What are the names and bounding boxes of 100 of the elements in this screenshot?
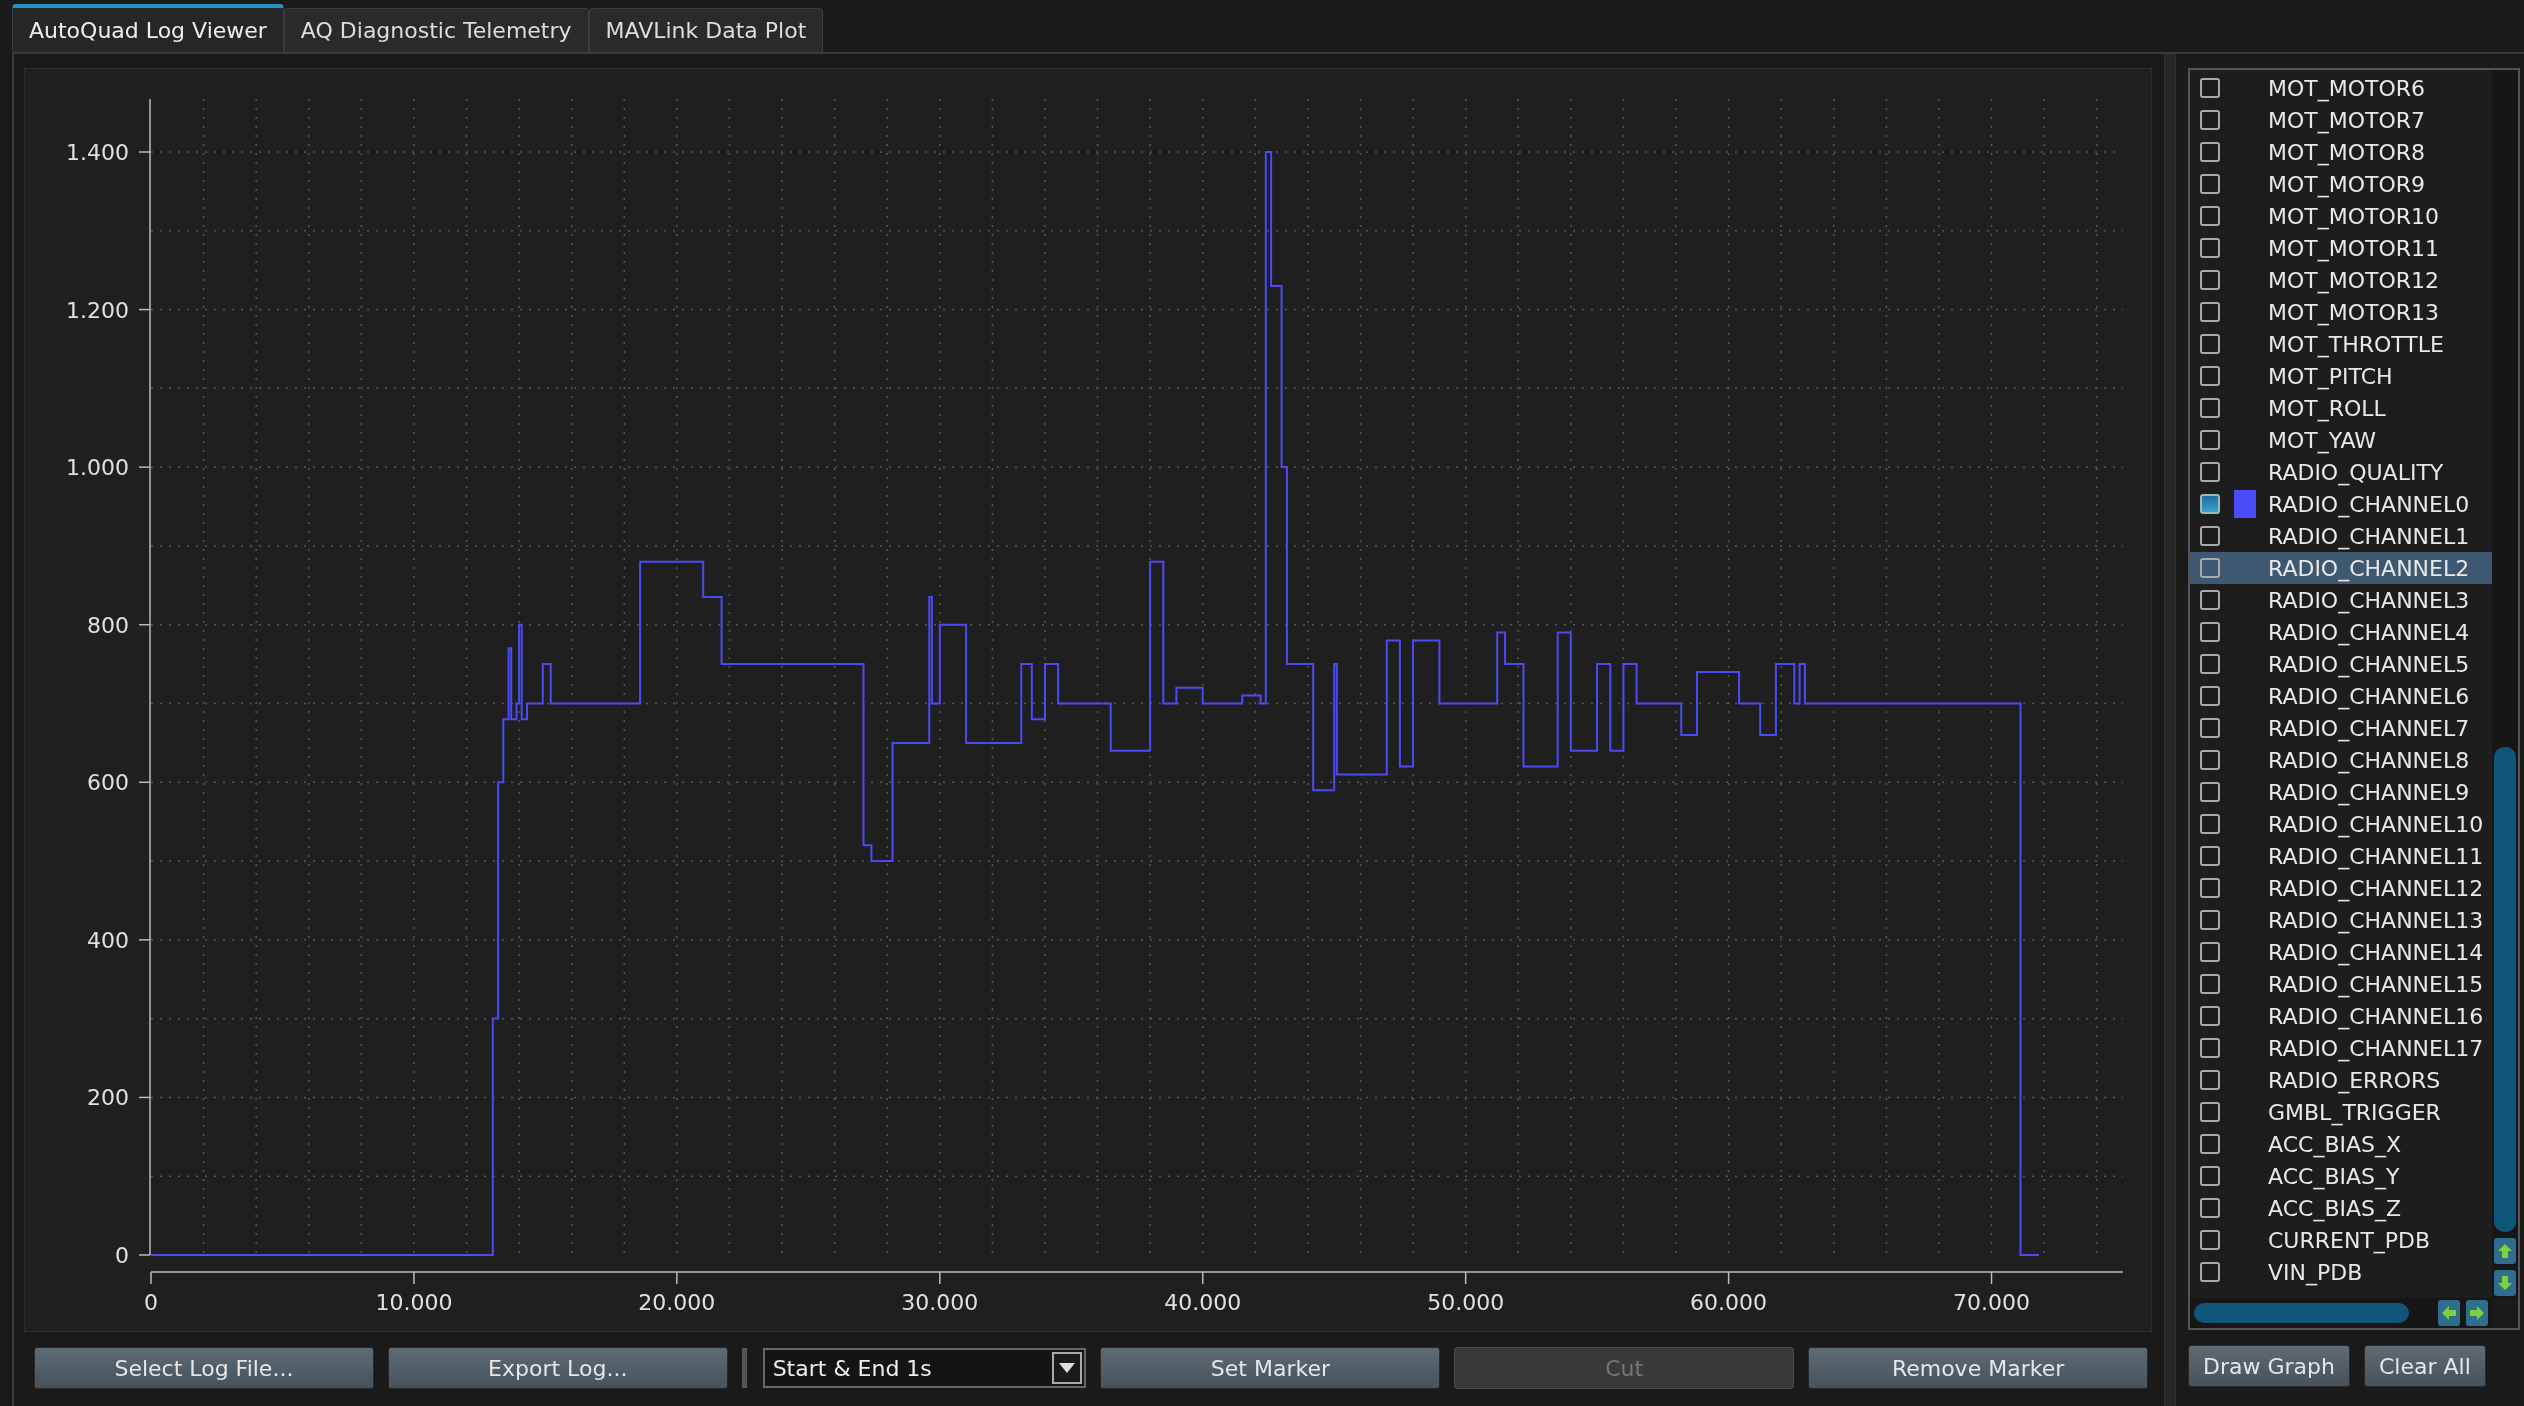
checkbox[interactable] bbox=[2200, 718, 2220, 738]
list-item[interactable]: VIN_PDB bbox=[2190, 1256, 2492, 1288]
list-item[interactable]: RADIO_CHANNEL2 bbox=[2190, 552, 2492, 584]
list-item[interactable]: RADIO_CHANNEL14 bbox=[2190, 936, 2492, 968]
list-item[interactable]: RADIO_CHANNEL1 bbox=[2190, 520, 2492, 552]
checkbox[interactable] bbox=[2200, 398, 2220, 418]
list-item[interactable]: ACC_BIAS_Z bbox=[2190, 1192, 2492, 1224]
list-item[interactable]: RADIO_CHANNEL6 bbox=[2190, 680, 2492, 712]
tab[interactable]: AQ Diagnostic Telemetry bbox=[283, 8, 589, 52]
tab[interactable]: MAVLink Data Plot bbox=[588, 8, 824, 52]
checkbox[interactable] bbox=[2200, 494, 2220, 514]
channel-label: MOT_MOTOR12 bbox=[2268, 267, 2440, 293]
checkbox[interactable] bbox=[2200, 558, 2220, 578]
list-item[interactable]: GMBL_TRIGGER bbox=[2190, 1096, 2492, 1128]
channel-label: MOT_MOTOR11 bbox=[2268, 235, 2440, 261]
checkbox[interactable] bbox=[2200, 590, 2220, 610]
list-item[interactable]: MOT_MOTOR6 bbox=[2190, 72, 2492, 104]
checkbox[interactable] bbox=[2200, 622, 2220, 642]
checkbox[interactable] bbox=[2200, 686, 2220, 706]
list-item[interactable]: MOT_MOTOR11 bbox=[2190, 232, 2492, 264]
list-item[interactable]: CURRENT_PDB bbox=[2190, 1224, 2492, 1256]
list-item[interactable]: MOT_MOTOR9 bbox=[2190, 168, 2492, 200]
list-item[interactable]: RADIO_CHANNEL9 bbox=[2190, 776, 2492, 808]
checkbox[interactable] bbox=[2200, 750, 2220, 770]
side-button[interactable]: Clear All bbox=[2363, 1345, 2486, 1387]
list-item[interactable]: MOT_MOTOR8 bbox=[2190, 136, 2492, 168]
checkbox[interactable] bbox=[2200, 910, 2220, 930]
channel-label: MOT_MOTOR8 bbox=[2268, 139, 2426, 165]
checkbox[interactable] bbox=[2200, 430, 2220, 450]
dropdown[interactable]: Start & End 1s bbox=[762, 1348, 1087, 1388]
checkbox[interactable] bbox=[2200, 974, 2220, 994]
list-item[interactable]: RADIO_QUALITY bbox=[2190, 456, 2492, 488]
checkbox[interactable] bbox=[2200, 1262, 2220, 1282]
checkbox[interactable] bbox=[2200, 110, 2220, 130]
list-item[interactable]: RADIO_CHANNEL11 bbox=[2190, 840, 2492, 872]
list-item[interactable]: RADIO_CHANNEL8 bbox=[2190, 744, 2492, 776]
arrow-left-icon[interactable] bbox=[2438, 1300, 2460, 1326]
checkbox[interactable] bbox=[2200, 206, 2220, 226]
list-item[interactable]: RADIO_CHANNEL15 bbox=[2190, 968, 2492, 1000]
checkbox[interactable] bbox=[2200, 1230, 2220, 1250]
vertical-scrollbar[interactable] bbox=[2492, 70, 2518, 1298]
channel-label: RADIO_CHANNEL8 bbox=[2268, 747, 2470, 773]
checkbox[interactable] bbox=[2200, 1102, 2220, 1122]
checkbox[interactable] bbox=[2200, 1166, 2220, 1186]
list-item[interactable]: RADIO_ERRORS bbox=[2190, 1064, 2492, 1096]
checkbox[interactable] bbox=[2200, 814, 2220, 834]
list-item[interactable]: RADIO_CHANNEL13 bbox=[2190, 904, 2492, 936]
list-item[interactable]: RADIO_CHANNEL7 bbox=[2190, 712, 2492, 744]
toolbar-button[interactable]: Set Marker bbox=[1100, 1347, 1441, 1389]
list-item[interactable]: RADIO_CHANNEL3 bbox=[2190, 584, 2492, 616]
toolbar-button[interactable]: Remove Marker bbox=[1808, 1347, 2148, 1389]
checkbox[interactable] bbox=[2200, 782, 2220, 802]
arrow-down-icon[interactable] bbox=[2494, 1270, 2516, 1296]
list-item[interactable]: ACC_BIAS_Y bbox=[2190, 1160, 2492, 1192]
checkbox[interactable] bbox=[2200, 174, 2220, 194]
checkbox[interactable] bbox=[2200, 1134, 2220, 1154]
toolbar-button[interactable]: Export Log... bbox=[387, 1347, 728, 1389]
list-item[interactable]: MOT_MOTOR13 bbox=[2190, 296, 2492, 328]
list-item[interactable]: RADIO_CHANNEL10 bbox=[2190, 808, 2492, 840]
list-item[interactable]: RADIO_CHANNEL4 bbox=[2190, 616, 2492, 648]
checkbox[interactable] bbox=[2200, 654, 2220, 674]
list-item[interactable]: RADIO_CHANNEL17 bbox=[2190, 1032, 2492, 1064]
splitter-handle[interactable] bbox=[2164, 54, 2176, 1406]
checkbox[interactable] bbox=[2200, 1038, 2220, 1058]
checkbox[interactable] bbox=[2200, 1198, 2220, 1218]
checkbox[interactable] bbox=[2200, 366, 2220, 386]
checkbox[interactable] bbox=[2200, 334, 2220, 354]
list-item[interactable]: MOT_YAW bbox=[2190, 424, 2492, 456]
checkbox[interactable] bbox=[2200, 302, 2220, 322]
checkbox[interactable] bbox=[2200, 878, 2220, 898]
list-item[interactable]: MOT_PITCH bbox=[2190, 360, 2492, 392]
list-item[interactable]: RADIO_CHANNEL16 bbox=[2190, 1000, 2492, 1032]
list-item[interactable]: ACC_BIAS_X bbox=[2190, 1128, 2492, 1160]
toolbar-button[interactable]: Select Log File... bbox=[34, 1347, 374, 1389]
list-item[interactable]: MOT_MOTOR10 bbox=[2190, 200, 2492, 232]
list-item[interactable]: MOT_MOTOR7 bbox=[2190, 104, 2492, 136]
side-button[interactable]: Draw Graph bbox=[2188, 1345, 2350, 1387]
channel-label: RADIO_ERRORS bbox=[2268, 1067, 2441, 1093]
checkbox[interactable] bbox=[2200, 526, 2220, 546]
list-item[interactable]: MOT_MOTOR12 bbox=[2190, 264, 2492, 296]
checkbox[interactable] bbox=[2200, 270, 2220, 290]
tab[interactable]: AutoQuad Log Viewer bbox=[12, 4, 284, 52]
checkbox[interactable] bbox=[2200, 1006, 2220, 1026]
list-item[interactable]: MOT_THROTTLE bbox=[2190, 328, 2492, 360]
checkbox[interactable] bbox=[2200, 78, 2220, 98]
list-item[interactable]: RADIO_CHANNEL5 bbox=[2190, 648, 2492, 680]
checkbox[interactable] bbox=[2200, 1070, 2220, 1090]
channel-label: RADIO_CHANNEL4 bbox=[2268, 619, 2470, 645]
checkbox[interactable] bbox=[2200, 238, 2220, 258]
checkbox[interactable] bbox=[2200, 846, 2220, 866]
list-item[interactable]: MOT_ROLL bbox=[2190, 392, 2492, 424]
arrow-up-icon[interactable] bbox=[2494, 1238, 2516, 1264]
list-item[interactable]: RADIO_CHANNEL12 bbox=[2190, 872, 2492, 904]
arrow-right-icon[interactable] bbox=[2466, 1300, 2488, 1326]
checkbox[interactable] bbox=[2200, 462, 2220, 482]
axis-label: 200 bbox=[87, 1085, 129, 1111]
checkbox[interactable] bbox=[2200, 942, 2220, 962]
list-item[interactable]: RADIO_CHANNEL0 bbox=[2190, 488, 2492, 520]
horizontal-scrollbar[interactable] bbox=[2190, 1298, 2492, 1328]
checkbox[interactable] bbox=[2200, 142, 2220, 162]
